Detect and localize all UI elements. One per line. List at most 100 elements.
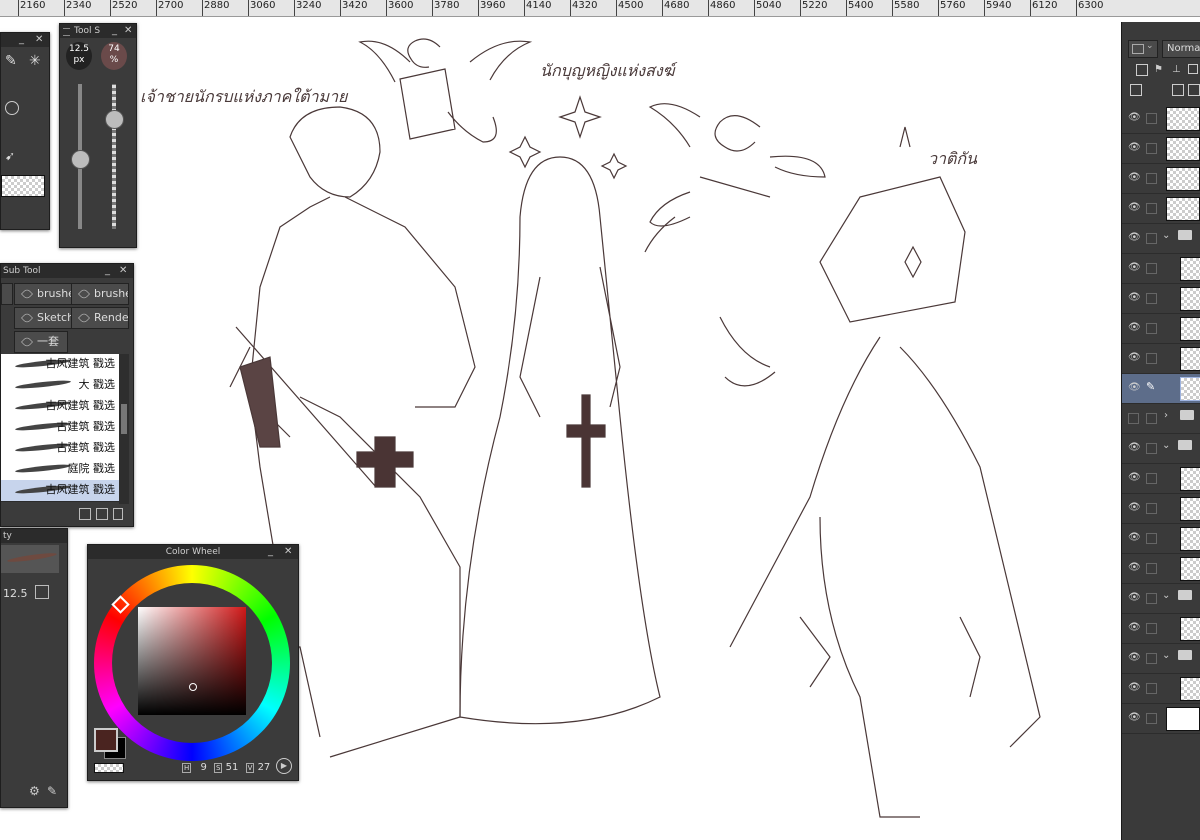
brush-item[interactable]: 古风建筑 戳选	[1, 396, 119, 418]
wrench-icon[interactable]: ✎	[47, 784, 57, 798]
eye-icon[interactable]: 👁	[1128, 233, 1141, 243]
clip-icon[interactable]: ⚑	[1154, 64, 1163, 75]
layer-row[interactable]: 👁	[1122, 164, 1200, 194]
layer-row[interactable]: 👁	[1122, 674, 1200, 704]
layer-row[interactable]: 👁	[1122, 134, 1200, 164]
layer-folder-row[interactable]: 👁 ⌄	[1122, 644, 1200, 674]
lock-icon[interactable]	[1188, 64, 1198, 74]
layer-row[interactable]: 👁	[1122, 464, 1200, 494]
layer-row[interactable]: 👁	[1122, 494, 1200, 524]
ruler-tick-label: 5040	[753, 0, 782, 16]
eye-icon[interactable]: 👁	[1128, 713, 1141, 723]
saturation-value-square[interactable]	[138, 607, 246, 715]
brush-item-selected[interactable]: 古风建筑 戳选	[1, 480, 119, 502]
eye-icon[interactable]: 👁	[1128, 623, 1141, 633]
brush-list-scrollbar[interactable]	[119, 354, 129, 504]
eye-icon[interactable]: 👁	[1128, 173, 1141, 183]
chevron-down-icon[interactable]: ⌄	[1162, 230, 1170, 241]
grid-icon[interactable]	[5, 101, 19, 115]
eyedropper-icon[interactable]: ✎	[5, 53, 17, 69]
copy-brush-icon[interactable]	[96, 508, 108, 520]
layer-row[interactable]: 👁	[1122, 614, 1200, 644]
layer-row[interactable]: 👁	[1122, 104, 1200, 134]
tool-panel: _ ✕ ✎ ✳ ➹	[0, 32, 50, 230]
settings-icon[interactable]: ⚙	[29, 784, 40, 798]
brush-item[interactable]: 古建筑 戳选	[1, 438, 119, 460]
sparkle-icon[interactable]: ✳	[29, 53, 41, 69]
trash-icon[interactable]	[113, 508, 123, 520]
eye-icon[interactable]: 👁	[1128, 653, 1141, 663]
tab-render[interactable]: Render	[71, 307, 129, 329]
eye-icon[interactable]: 👁	[1128, 353, 1141, 363]
brush-item[interactable]: 大 戳选	[1, 375, 119, 397]
tab-brush-1[interactable]	[1, 283, 13, 305]
layer-row[interactable]: 👁	[1122, 284, 1200, 314]
size-link-icon[interactable]	[35, 585, 49, 599]
chevron-right-icon[interactable]: ›	[1164, 410, 1168, 421]
main-color-swatch[interactable]	[94, 728, 118, 752]
active-texture-swatch[interactable]	[1, 175, 45, 197]
layer-row[interactable]: 👁	[1122, 554, 1200, 584]
eye-icon[interactable]: 👁	[1128, 383, 1141, 393]
eye-icon[interactable]: 👁	[1128, 143, 1141, 153]
tool-property-title: ty	[1, 529, 67, 543]
layer-row[interactable]: 👁	[1122, 344, 1200, 374]
eye-icon[interactable]: 👁	[1128, 263, 1141, 273]
layer-folder-row[interactable]: 👁 ⌄	[1122, 584, 1200, 614]
delete-layer-icon[interactable]	[1188, 84, 1200, 96]
layer-folder-row[interactable]: 👁 ⌄	[1122, 224, 1200, 254]
brush-item[interactable]: 庭院 戳选	[1, 459, 119, 481]
ruler-tick-label: 3600	[385, 0, 414, 16]
eye-icon[interactable]: 👁	[1128, 503, 1141, 513]
tab-brush-3[interactable]: brushe	[71, 283, 129, 305]
eye-icon[interactable]: 👁	[1128, 113, 1141, 123]
move-cursor-icon[interactable]: ➹	[5, 149, 15, 163]
tab-set[interactable]: 一套	[14, 331, 68, 353]
brush-item[interactable]: 古风建筑 戳选	[1, 354, 119, 376]
opacity-slider-handle[interactable]	[105, 110, 124, 129]
new-layer-icon[interactable]	[1136, 64, 1148, 76]
blend-mode-select[interactable]: Norma	[1162, 40, 1200, 58]
chevron-down-icon[interactable]: ⌄	[1162, 650, 1170, 661]
ruler-tick-label: 3960	[477, 0, 506, 16]
size-value[interactable]: 12.5	[3, 587, 28, 600]
chevron-down-icon[interactable]: ⌄	[1162, 590, 1170, 601]
layer-row[interactable]: 👁	[1122, 524, 1200, 554]
layer-row[interactable]: 👁	[1122, 314, 1200, 344]
close-icon[interactable]: ✕	[119, 264, 127, 278]
play-icon[interactable]: ▶	[276, 758, 292, 774]
color-picker-cursor[interactable]	[189, 683, 197, 691]
chevron-down-icon[interactable]: ⌄	[1162, 440, 1170, 451]
eye-icon[interactable]: 👁	[1128, 293, 1141, 303]
ruler-tick-label: 4320	[569, 0, 598, 16]
transparent-color-swatch[interactable]	[94, 763, 124, 773]
brush-item[interactable]: 古建筑 戳选	[1, 417, 119, 439]
layer-color-dropdown[interactable]: ⌄	[1128, 40, 1158, 58]
layer-folder-row[interactable]: ›	[1122, 404, 1200, 434]
close-icon[interactable]: ✕	[35, 33, 43, 47]
eye-icon[interactable]: 👁	[1128, 683, 1141, 693]
eye-icon[interactable]: 👁	[1128, 533, 1141, 543]
opacity-slider[interactable]	[105, 84, 124, 229]
close-icon[interactable]: ✕	[284, 545, 292, 559]
eye-icon[interactable]: 👁	[1128, 323, 1141, 333]
brush-size-slider[interactable]	[71, 84, 90, 229]
ruler-tick-label: 3060	[247, 0, 276, 16]
layer-row[interactable]: 👁	[1122, 254, 1200, 284]
add-brush-icon[interactable]	[79, 508, 91, 520]
layer-row-selected[interactable]: 👁 ✎	[1122, 374, 1200, 404]
eye-icon[interactable]: 👁	[1128, 203, 1141, 213]
eye-icon[interactable]: 👁	[1128, 443, 1141, 453]
mask-icon[interactable]	[1172, 84, 1184, 96]
paper-layer-row[interactable]: 👁	[1122, 704, 1200, 734]
ref-icon[interactable]: ⊥	[1172, 64, 1181, 75]
eye-icon[interactable]: 👁	[1128, 593, 1141, 603]
close-icon[interactable]: ✕	[124, 24, 132, 38]
eye-icon[interactable]: 👁	[1128, 563, 1141, 573]
layer-row[interactable]: 👁	[1122, 194, 1200, 224]
brush-size-slider-handle[interactable]	[71, 150, 90, 169]
eye-icon[interactable]: 👁	[1128, 473, 1141, 483]
layer-list-icon[interactable]	[1130, 84, 1142, 96]
v-value: 27	[257, 762, 271, 773]
layer-folder-row[interactable]: 👁 ⌄	[1122, 434, 1200, 464]
